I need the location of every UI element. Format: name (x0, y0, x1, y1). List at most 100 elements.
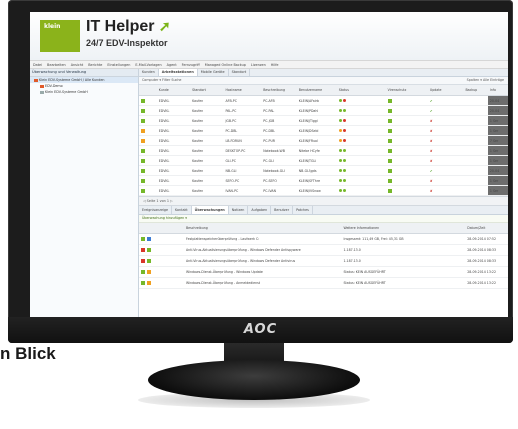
bottom-tab-5[interactable]: Benutzer (271, 206, 294, 214)
grid-col-0[interactable] (139, 85, 157, 96)
cell-info: 20-04 (487, 105, 508, 116)
grid-col-2[interactable]: Standort (190, 85, 224, 96)
table-row[interactable]: EDVKL Kaufen DESKTOP-PC Notebook-WB Nitebe H… (139, 145, 508, 156)
mon-col-status (139, 223, 184, 234)
monitor-status-cell (139, 244, 184, 256)
status-icon (147, 281, 151, 285)
grid-col-8[interactable]: Update (427, 85, 464, 96)
monitor-bezel: AOC (8, 317, 513, 343)
status-icon (141, 98, 145, 103)
shield-icon (387, 128, 392, 133)
toolbar-left[interactable]: Computer ▾ Filter Suche (142, 78, 181, 82)
cell-user: KLEIN\DSebl (296, 125, 337, 136)
monitor-row[interactable]: Windows-Dienst-Überprüfung - Anmeldedien… (139, 277, 508, 289)
monitor-stand (148, 360, 360, 400)
check-icon: ✔ (429, 168, 433, 173)
cell-desc: PC-DBL (261, 125, 297, 136)
logo-text: klein (44, 23, 61, 30)
status-icon (141, 158, 145, 163)
grid-col-4[interactable]: Beschreibung (261, 85, 297, 96)
tab-1[interactable]: Arbeitsstationen (158, 69, 198, 76)
toolbar-right[interactable]: Spalten ▾ Alle Einträge (467, 77, 504, 84)
cell-user: NB-GLI\gds (296, 165, 337, 176)
grid-col-7[interactable]: Virenschutz (385, 85, 428, 96)
row-status-cell (139, 165, 157, 176)
pager[interactable]: ◁ Seite 1 von 1 ▷ (139, 196, 508, 206)
table-row[interactable]: EDVKL Kaufen AFB-PC PC-AFB KLEIN\AFairb ✔ 20-0… (139, 95, 508, 106)
cell-desc: Notebook-WB (261, 145, 297, 156)
cell-kunde: EDVKL (156, 95, 191, 106)
monitor-info: Insgesamt: 111,49 GB, Frei: 45,31 GB (341, 233, 466, 245)
cell-standort: Kaufen (190, 155, 224, 166)
menu-item-6[interactable]: Agent (167, 63, 177, 67)
cell-standort: Kaufen (190, 145, 224, 156)
table-row[interactable]: EDVKL Kaufen PC-DBL PC-DBL KLEIN\DSebl ✘ 1 Ser (139, 125, 508, 136)
mon-col-info[interactable]: Weitere Informationen (341, 223, 466, 234)
menu-item-0[interactable]: Datei (33, 63, 42, 67)
bottom-tab-1[interactable]: Kontakt (172, 206, 192, 214)
grid-col-6[interactable]: Status (336, 85, 386, 96)
tab-3[interactable]: Standort (229, 69, 251, 76)
menu-item-4[interactable]: Einstellungen (107, 63, 130, 67)
monitor-row[interactable]: Anti-Virus-Aktualisierungsüberprüfung - … (139, 255, 508, 267)
monitor-desc: Anti-Virus-Aktualisierungsüberprüfung - … (184, 255, 342, 267)
monitor-row[interactable]: Windows-Dienst-Überprüfung - Windows Upd… (139, 266, 508, 278)
cell-host: PC-DBL (223, 125, 262, 136)
shield-icon (387, 178, 392, 183)
table-row[interactable]: EDVKL Kaufen SEFO-PC PC-SEFO KLEIN\SFThre ✘ 1 … (139, 175, 508, 186)
table-row[interactable]: EDVKL Kaufen IVAN-PC PC-IVAN KLEIN\IVSnow ✘ 1 … (139, 185, 508, 196)
tab-2[interactable]: Mobile Geräte (198, 69, 229, 76)
table-row[interactable]: EDVKL Kaufen NB-GLI Notebook-GLI NB-GLI\gds ✔… (139, 165, 508, 176)
monitor-row[interactable]: Anti-Virus-Aktualisierungsüberprüfung - … (139, 244, 508, 256)
cell-info: 20-04 (487, 165, 508, 176)
menu-item-9[interactable]: Lizenzen (251, 63, 266, 67)
menu-item-5[interactable]: E-Mail-Vorlagen (135, 63, 161, 67)
monitor-status-cell (139, 266, 184, 278)
cell-backup (463, 115, 488, 126)
tree-item[interactable]: Klein EDV-Systeme GmbH (30, 89, 138, 95)
tab-0[interactable]: Kunden (139, 69, 159, 76)
cross-icon: ✘ (429, 188, 433, 193)
menu-item-1[interactable]: Bearbeiten (47, 63, 66, 67)
table-row[interactable]: EDVKL Kaufen JGB-PC PC-JGB KLEIN\JTiggi ✘ 1 Se… (139, 115, 508, 126)
status-icon (141, 188, 145, 193)
mon-col-date[interactable]: Datum/Zeit (465, 223, 508, 234)
menu-item-3[interactable]: Berichte (88, 63, 102, 67)
grid-col-1[interactable]: Kunde (156, 85, 191, 96)
grid-col-10[interactable]: Info (487, 85, 508, 96)
cell-update: ✘ (427, 125, 464, 136)
table-row[interactable]: EDVKL Kaufen LB-FDRUN PC-PUR KLEIN\FRuol ✘ 7 S… (139, 135, 508, 146)
monitor-row[interactable]: Festplattenspeicherüberprüfung - Laufwer… (139, 233, 508, 245)
cell-standort: Kaufen (190, 135, 224, 146)
menu-item-2[interactable]: Ansicht (71, 63, 84, 67)
menu-item-8[interactable]: Managed Online Backup (205, 63, 246, 67)
bottom-tab-2[interactable]: Überwachungen (191, 206, 229, 214)
bottom-tab-3[interactable]: Notizen (229, 206, 249, 214)
monitor-date: 28-09-2014 13:22 (465, 277, 508, 289)
grid-col-9[interactable]: Backup (463, 85, 488, 96)
menu-item-10[interactable]: Hilfe (271, 63, 279, 67)
table-row[interactable]: EDVKL Kaufen PAL-PC PC-PAL KLEIN\PDahl ✔ 20-04 (139, 105, 508, 116)
monitor-desc: Windows-Dienst-Überprüfung - Anmeldedien… (184, 277, 342, 289)
status-dot-icon (338, 139, 342, 142)
monitor-info: 1.187.13.0 (341, 255, 466, 267)
monitor-desc: Anti-Virus-Aktualisierungsüberprüfung - … (184, 244, 342, 256)
row-status-cell (139, 175, 157, 186)
cell-host: LB-FDRUN (223, 135, 262, 146)
bottom-tab-4[interactable]: Aufgaben (248, 206, 272, 214)
add-monitoring-button[interactable]: Überwachung hinzufügen ▾ (139, 215, 508, 223)
shield-icon (387, 158, 392, 163)
cell-standort: Kaufen (190, 165, 224, 176)
status-icon (141, 178, 145, 183)
table-row[interactable]: EDVKL Kaufen GLI-PC PC-GLI KLEIN\TGLi ✘ 1 Ser (139, 155, 508, 166)
content-panel: Kunden Arbeitsstationen Mobile Geräte Stand… (139, 69, 508, 318)
menu-item-7[interactable]: Fernzugriff (182, 63, 200, 67)
cross-icon: ✘ (429, 178, 433, 183)
cell-desc: PC-GLI (261, 155, 297, 166)
grid-col-5[interactable]: Benutzername (296, 85, 337, 96)
cell-kunde: EDVKL (156, 155, 191, 166)
bottom-tab-0[interactable]: Ereignisanzeige (139, 206, 173, 214)
grid-col-3[interactable]: Hostname (223, 85, 262, 96)
mon-col-desc[interactable]: Beschreibung (184, 223, 342, 234)
bottom-tab-6[interactable]: Patches (293, 206, 313, 214)
